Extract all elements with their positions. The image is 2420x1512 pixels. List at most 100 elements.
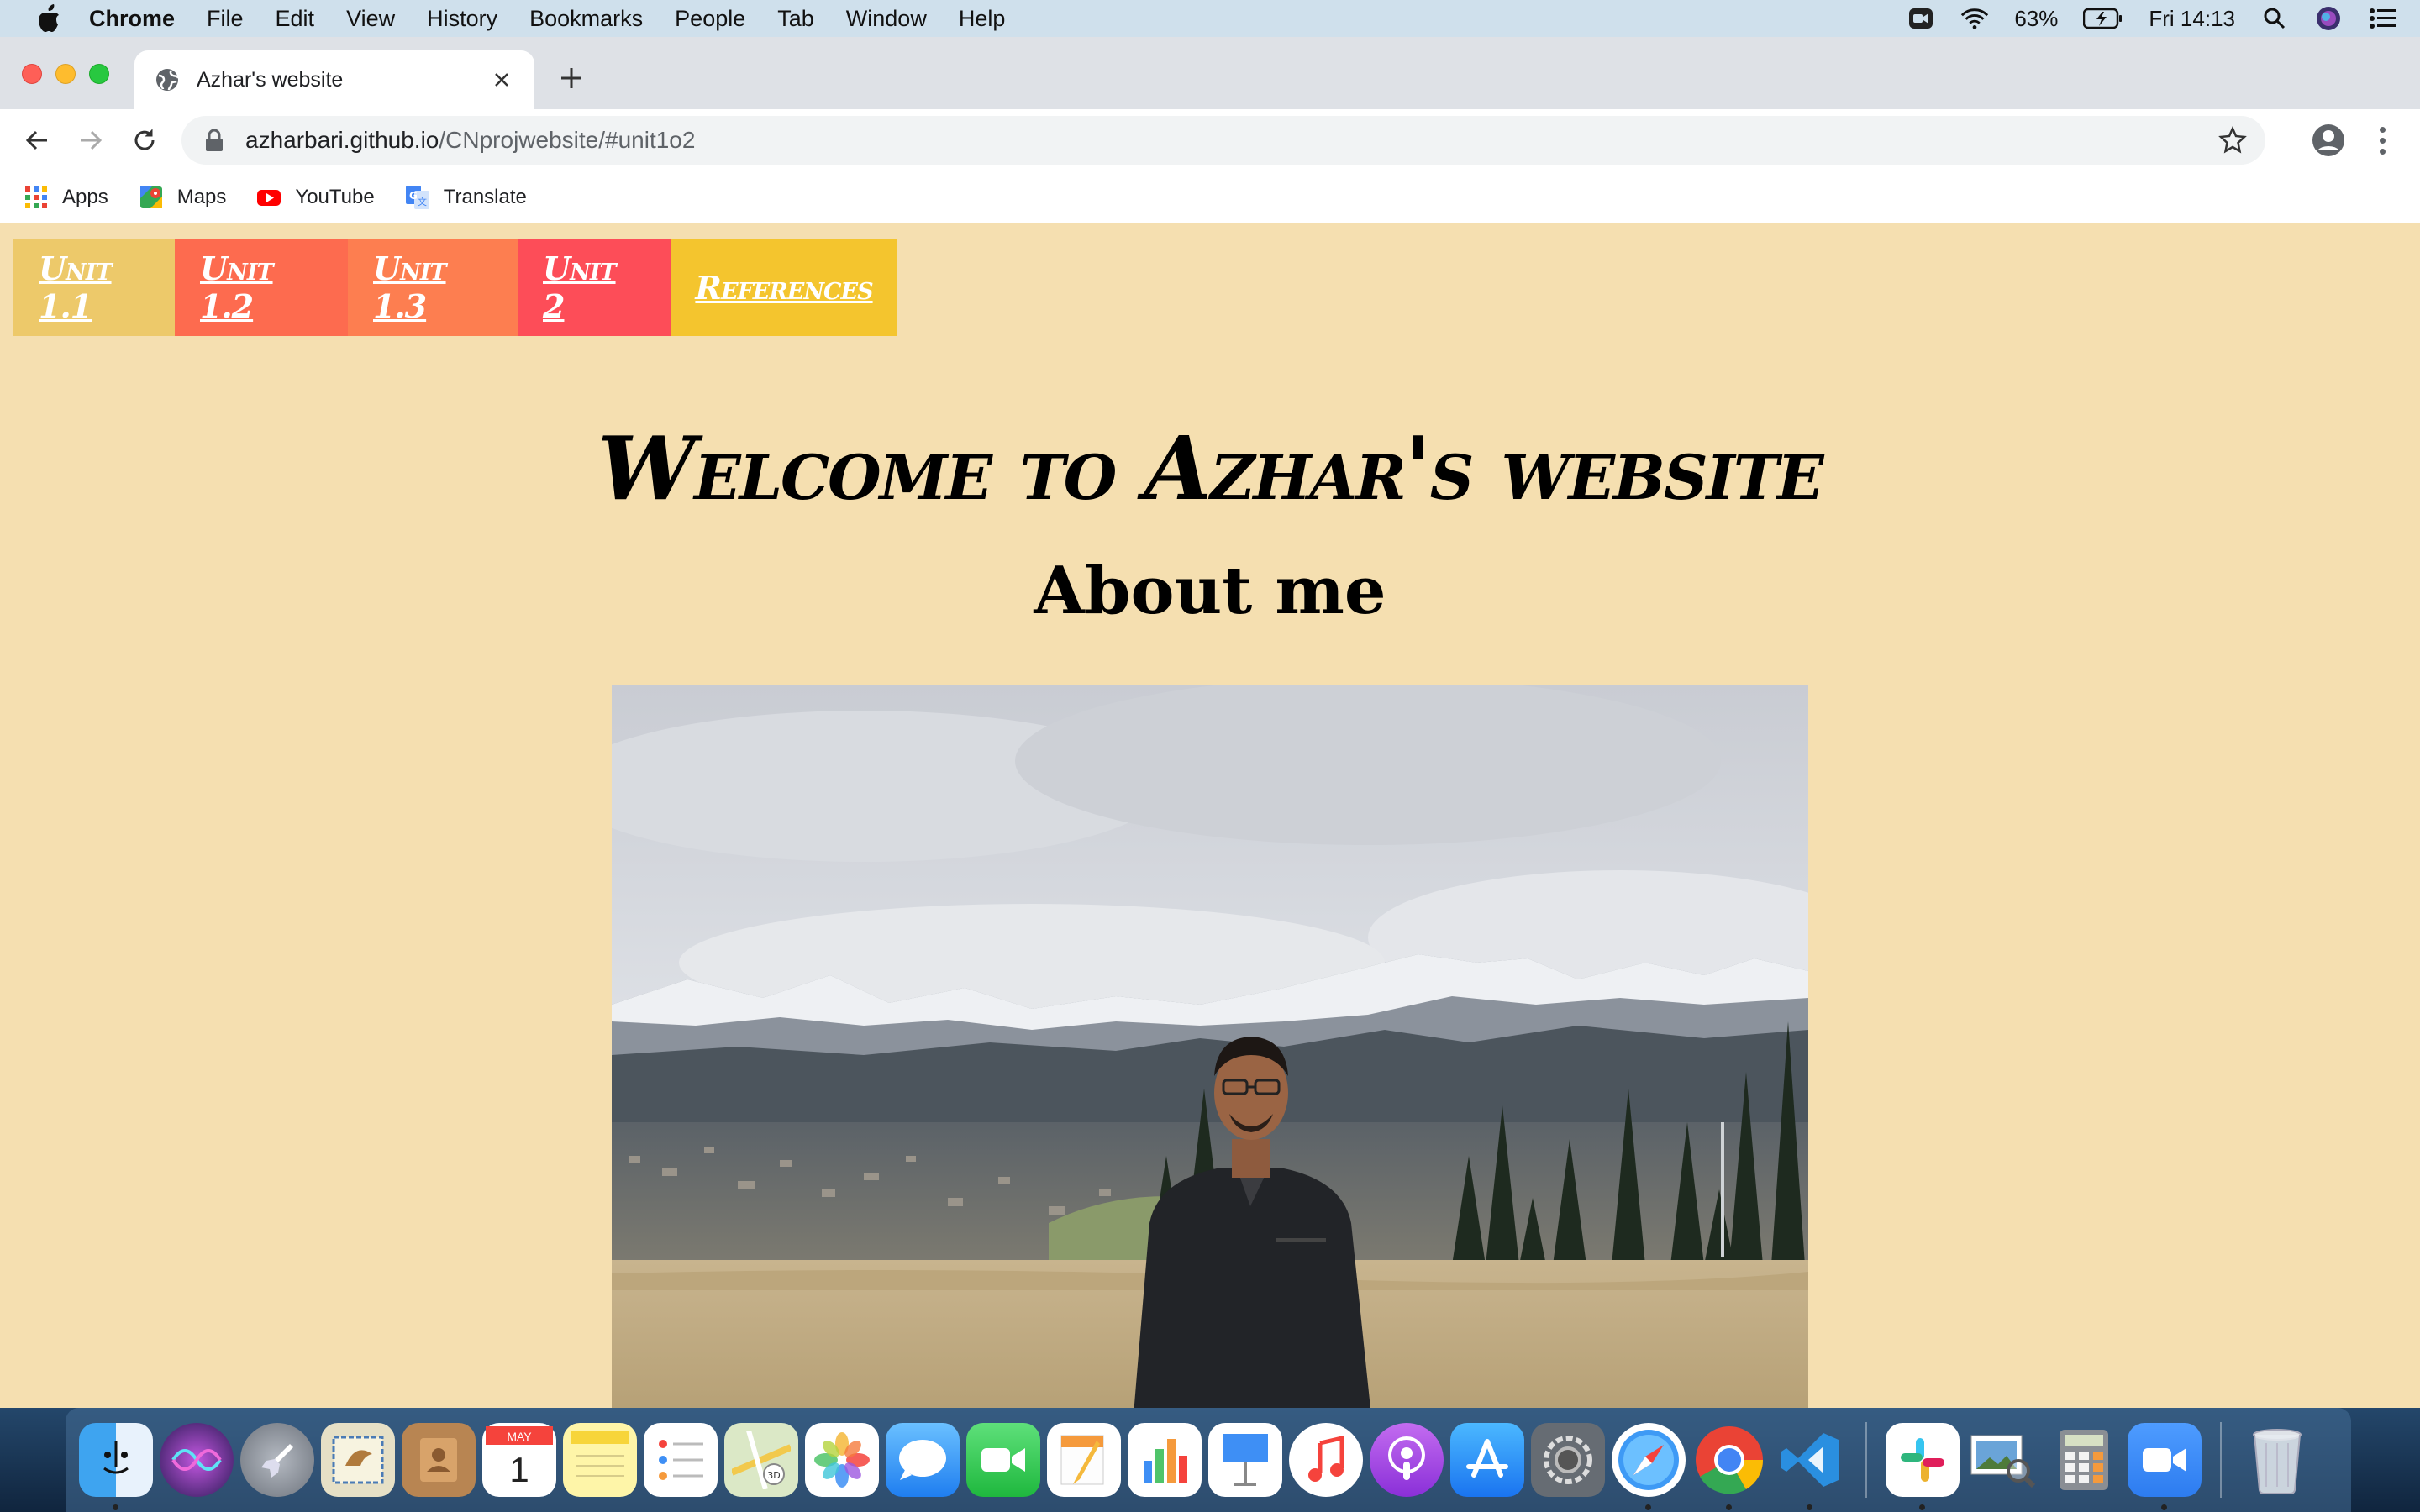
- google-translate-icon: G文: [405, 185, 429, 209]
- menu-file[interactable]: File: [207, 6, 244, 32]
- menu-window[interactable]: Window: [846, 6, 927, 32]
- dock: MAY 1 3D: [66, 1408, 2351, 1512]
- page-title: Welcome to Azhar's website: [597, 417, 1823, 520]
- zoom-status-icon[interactable]: [1907, 4, 1935, 33]
- calculator-icon[interactable]: [2047, 1423, 2121, 1497]
- bookmark-label: Translate: [443, 185, 527, 208]
- chrome-icon[interactable]: [1692, 1423, 1766, 1510]
- apple-icon[interactable]: [32, 2, 66, 35]
- arrow-left-icon: [25, 130, 47, 150]
- bookmark-apps[interactable]: Apps: [24, 185, 108, 210]
- battery-percent: 63%: [2014, 5, 2059, 31]
- menu-history[interactable]: History: [427, 6, 497, 32]
- tab-active[interactable]: Azhar's website: [134, 50, 534, 109]
- slack-icon[interactable]: [1886, 1423, 1960, 1510]
- messages-icon[interactable]: [886, 1423, 960, 1497]
- apps-grid-icon: [25, 186, 47, 208]
- menu-app-name[interactable]: Chrome: [89, 6, 175, 32]
- bookmark-label: Apps: [62, 185, 108, 208]
- back-button[interactable]: [17, 120, 57, 160]
- lock-icon[interactable]: [203, 128, 225, 153]
- notification-center-icon[interactable]: [2368, 4, 2396, 33]
- menubar-clock[interactable]: Fri 14:13: [2149, 6, 2235, 32]
- vscode-icon[interactable]: [1773, 1423, 1847, 1510]
- safari-icon[interactable]: [1612, 1423, 1686, 1510]
- plus-icon: [561, 68, 581, 88]
- site-nav: Unit 1.1 Unit 1.2 Unit 1.3 Unit 2 Refere…: [13, 239, 897, 336]
- keynote-icon[interactable]: [1208, 1423, 1282, 1497]
- web-page: Unit 1.1 Unit 1.2 Unit 1.3 Unit 2 Refere…: [0, 223, 2420, 1408]
- window-zoom-button[interactable]: [89, 64, 109, 84]
- bookmarks-bar: Apps Maps YouTube G文 Translate: [0, 171, 2420, 223]
- url-path: /CNprojwebsite/#unit1o2: [439, 127, 696, 153]
- calendar-icon[interactable]: MAY 1: [482, 1423, 556, 1497]
- wifi-icon[interactable]: [1960, 4, 1989, 33]
- bookmark-translate[interactable]: G文 Translate: [405, 185, 527, 210]
- youtube-icon: [257, 189, 281, 206]
- menu-view[interactable]: View: [346, 6, 395, 32]
- mail-icon[interactable]: [321, 1423, 395, 1497]
- window-minimize-button[interactable]: [55, 64, 76, 84]
- bookmark-youtube[interactable]: YouTube: [256, 185, 375, 210]
- siri-icon[interactable]: [160, 1423, 234, 1497]
- arrow-right-icon: [81, 130, 103, 150]
- bookmark-label: YouTube: [295, 185, 375, 208]
- nav-unit-1-2[interactable]: Unit 1.2: [175, 239, 348, 336]
- menu-tab[interactable]: Tab: [777, 6, 814, 32]
- contacts-icon[interactable]: [402, 1423, 476, 1497]
- reload-button[interactable]: [124, 120, 165, 160]
- nav-references[interactable]: References: [671, 239, 897, 336]
- menu-bookmarks[interactable]: Bookmarks: [529, 6, 643, 32]
- bookmark-maps[interactable]: Maps: [139, 185, 226, 210]
- chrome-menu-icon[interactable]: [2370, 123, 2395, 158]
- finder-icon[interactable]: [79, 1423, 153, 1510]
- nav-unit-1-1[interactable]: Unit 1.1: [13, 239, 175, 336]
- window-close-button[interactable]: [22, 64, 42, 84]
- tab-close-icon[interactable]: [489, 67, 514, 92]
- dock-separator: [1865, 1422, 1867, 1498]
- menu-help[interactable]: Help: [959, 6, 1006, 32]
- notes-icon[interactable]: [563, 1423, 637, 1497]
- profile-photo: [612, 685, 1808, 1408]
- profile-avatar-icon[interactable]: [2311, 123, 2346, 158]
- tab-title: Azhar's website: [197, 67, 344, 92]
- podcasts-icon[interactable]: [1370, 1423, 1444, 1497]
- calendar-day: 1: [509, 1450, 529, 1489]
- menu-people[interactable]: People: [675, 6, 745, 32]
- google-maps-icon: [139, 186, 162, 208]
- globe-icon: [156, 69, 180, 91]
- menu-edit[interactable]: Edit: [276, 6, 315, 32]
- siri-icon[interactable]: [2314, 4, 2343, 33]
- dock-separator: [2220, 1422, 2222, 1498]
- launchpad-icon[interactable]: [240, 1423, 314, 1497]
- new-tab-button[interactable]: [555, 62, 588, 96]
- nav-unit-2[interactable]: Unit 2: [518, 239, 671, 336]
- bookmark-star-icon[interactable]: [2218, 126, 2247, 155]
- music-icon[interactable]: [1289, 1423, 1363, 1497]
- address-bar[interactable]: azharbari.github.io/CNprojwebsite/#unit1…: [182, 116, 2265, 165]
- menu-bar: Chrome File Edit View History Bookmarks …: [0, 0, 2420, 37]
- battery-icon[interactable]: [2083, 4, 2123, 33]
- pages-icon[interactable]: [1047, 1423, 1121, 1497]
- facetime-icon[interactable]: [966, 1423, 1040, 1497]
- url-host: azharbari.github.io: [245, 127, 439, 153]
- numbers-icon[interactable]: [1128, 1423, 1202, 1497]
- zoom-icon[interactable]: [2128, 1423, 2202, 1510]
- svg-text:文: 文: [418, 196, 427, 207]
- photos-icon[interactable]: [805, 1423, 879, 1497]
- reminders-icon[interactable]: [644, 1423, 718, 1497]
- app-store-icon[interactable]: [1450, 1423, 1524, 1497]
- browser-toolbar: azharbari.github.io/CNprojwebsite/#unit1…: [0, 109, 2420, 171]
- status-area: 63% Fri 14:13: [1907, 0, 2396, 37]
- maps-icon[interactable]: 3D: [724, 1423, 798, 1497]
- spotlight-search-icon[interactable]: [2260, 4, 2289, 33]
- tab-strip: Azhar's website: [0, 37, 2420, 109]
- forward-button[interactable]: [71, 120, 111, 160]
- trash-icon[interactable]: [2240, 1423, 2314, 1497]
- calendar-month: MAY: [507, 1430, 532, 1443]
- svg-text:3D: 3D: [767, 1470, 780, 1481]
- about-heading: About me: [1034, 553, 1386, 629]
- preview-icon[interactable]: [1966, 1423, 2040, 1497]
- system-preferences-icon[interactable]: [1531, 1423, 1605, 1497]
- nav-unit-1-3[interactable]: Unit 1.3: [348, 239, 518, 336]
